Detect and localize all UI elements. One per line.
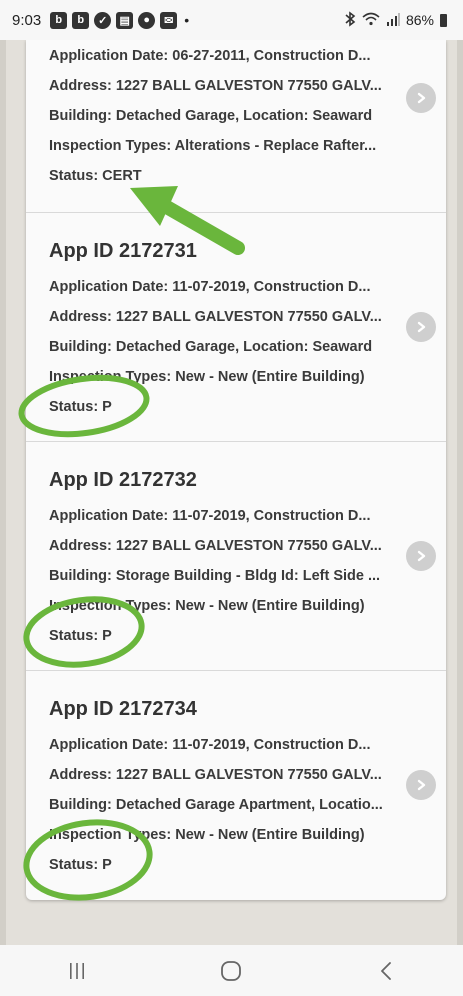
more-notifications-icon: • [184, 12, 190, 28]
application-date: Application Date: 11-07-2019, Constructi… [49, 279, 371, 295]
building: Building: Detached Garage, Location: Sea… [49, 339, 373, 355]
wifi-icon [362, 12, 380, 29]
address: Address: 1227 BALL GALVESTON 77550 GALV.… [49, 538, 382, 554]
b-app-icon: b [50, 11, 68, 29]
mail-icon: ✉ [160, 11, 178, 29]
application-card[interactable]: App ID 2172731 Application Date: 11-07-2… [26, 213, 446, 442]
inspection-types: Inspection Types: Alterations - Replace … [49, 138, 377, 154]
status-time: 9:03 [12, 11, 42, 29]
signal-icon [386, 12, 400, 29]
b-app-icon: b [72, 11, 90, 29]
application-date: Application Date: 06-27-2011, Constructi… [49, 48, 371, 64]
address: Address: 1227 BALL GALVESTON 77550 GALV.… [49, 78, 382, 94]
chevron-right-icon[interactable] [406, 312, 436, 342]
check-shield-icon: ✓ [94, 11, 112, 29]
inspection-types: Inspection Types: New - New (Entire Buil… [49, 598, 365, 614]
chevron-right-icon[interactable] [406, 83, 436, 113]
building: Building: Detached Garage Apartment, Loc… [49, 797, 383, 813]
app-id-title: App ID 2172734 [49, 698, 197, 720]
address: Address: 1227 BALL GALVESTON 77550 GALV.… [49, 309, 382, 325]
status: Status: P [49, 857, 112, 873]
status: Status: CERT [49, 168, 142, 184]
bluetooth-icon [344, 10, 356, 30]
application-card[interactable]: Application Date: 06-27-2011, Constructi… [26, 40, 446, 213]
application-date: Application Date: 11-07-2019, Constructi… [49, 737, 371, 753]
content-area[interactable]: Application Date: 06-27-2011, Constructi… [0, 40, 463, 945]
building: Building: Detached Garage, Location: Sea… [49, 108, 373, 124]
address: Address: 1227 BALL GALVESTON 77550 GALV.… [49, 767, 382, 783]
status-bar: 9:03 b b ✓ ▤ ● ✉ • 86% [0, 0, 463, 40]
application-list: Application Date: 06-27-2011, Constructi… [26, 40, 446, 900]
recent-apps-icon[interactable] [47, 951, 107, 991]
inspection-types: Inspection Types: New - New (Entire Buil… [49, 827, 365, 843]
status: Status: P [49, 628, 112, 644]
battery-percent: 86% [405, 12, 434, 28]
application-card[interactable]: App ID 2172734 Application Date: 11-07-2… [26, 671, 446, 900]
battery-icon [440, 13, 447, 27]
calendar-icon: ▤ [116, 11, 134, 29]
chevron-right-icon[interactable] [406, 770, 436, 800]
status: Status: P [49, 399, 112, 415]
application-date: Application Date: 11-07-2019, Constructi… [49, 508, 371, 524]
navigation-bar [0, 945, 463, 996]
home-icon[interactable] [201, 951, 261, 991]
left-gutter [0, 40, 6, 945]
application-card[interactable]: App ID 2172732 Application Date: 11-07-2… [26, 442, 446, 671]
chevron-right-icon[interactable] [406, 541, 436, 571]
building: Building: Storage Building - Bldg Id: Le… [49, 568, 381, 584]
account-icon: ● [138, 11, 156, 29]
inspection-types: Inspection Types: New - New (Entire Buil… [49, 369, 365, 385]
back-icon[interactable] [356, 951, 416, 991]
right-gutter [457, 40, 463, 945]
app-id-title: App ID 2172732 [49, 469, 197, 491]
app-id-title: App ID 2172731 [49, 240, 197, 262]
